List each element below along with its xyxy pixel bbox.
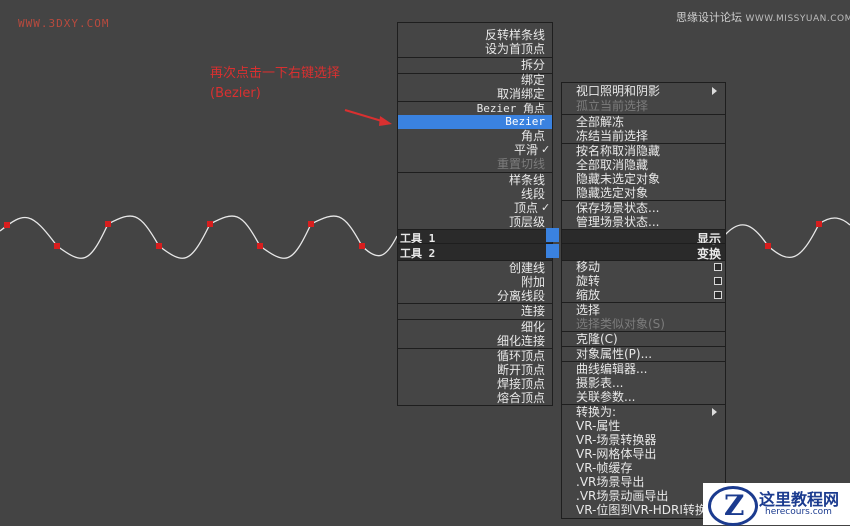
- menu-item-vr-properties[interactable]: VR-属性: [576, 419, 716, 433]
- vertex[interactable]: [4, 222, 10, 228]
- menu-item-unhide-all[interactable]: 全部取消隐藏: [576, 158, 716, 172]
- vertex[interactable]: [156, 243, 162, 249]
- settings-box-icon[interactable]: [714, 277, 722, 285]
- tools-2-label[interactable]: 工具 2: [400, 245, 435, 261]
- menu-item-refine[interactable]: 细化: [398, 320, 552, 334]
- menu-item-dope-sheet[interactable]: 摄影表...: [576, 376, 716, 390]
- menu-item-rotate[interactable]: 旋转: [576, 274, 716, 288]
- menu-item-divide[interactable]: 拆分: [398, 58, 552, 72]
- check-icon: ✓: [541, 201, 550, 214]
- menu-item-spline[interactable]: 样条线: [398, 173, 552, 187]
- menu-item-create-line[interactable]: 创建线: [398, 261, 552, 275]
- menu-item-detach-segment[interactable]: 分离线段: [398, 289, 552, 303]
- menu-item-smooth[interactable]: 平滑: [398, 143, 552, 157]
- menu-item-vr-scene-anim-export[interactable]: .VR场景动画导出: [576, 489, 716, 503]
- menu-item-fuse-vertices[interactable]: 熔合顶点: [398, 391, 552, 405]
- menu-item-vr-mesh-export[interactable]: VR-网格体导出: [576, 447, 716, 461]
- menu-item-break-vertices[interactable]: 断开顶点: [398, 363, 552, 377]
- logo-circle-icon: Z: [708, 486, 758, 526]
- menu-item-bezier-corner[interactable]: Bezier 角点: [398, 102, 552, 116]
- menu-item-save-scene-state[interactable]: 保存场景状态...: [576, 201, 716, 215]
- menu-item-vr-bitmap-to-hdri[interactable]: VR-位图到VR-HDRI转换器: [576, 503, 716, 517]
- quad-menu-right: 视口照明和阴影 孤立当前选择 全部解冻 冻结当前选择 按名称取消隐藏 全部取消隐…: [561, 82, 726, 519]
- menu-item-top-level[interactable]: 顶层级: [398, 215, 552, 229]
- menu-item-unhide-by-name[interactable]: 按名称取消隐藏: [576, 144, 716, 158]
- menu-item-isolate-selection: 孤立当前选择: [576, 99, 716, 113]
- menu-item-vr-scene-converter[interactable]: VR-场景转换器: [576, 433, 716, 447]
- menu-item-connect[interactable]: 连接: [398, 304, 552, 318]
- vertex[interactable]: [816, 221, 822, 227]
- menu-item-reverse-spline[interactable]: 反转样条线: [398, 28, 552, 42]
- vertex[interactable]: [105, 221, 111, 227]
- vertex[interactable]: [257, 243, 263, 249]
- menu-item-weld-vertices[interactable]: 焊接顶点: [398, 377, 552, 391]
- quad-menu-left: 反转样条线 设为首顶点 拆分 绑定 取消绑定 Bezier 角点 Bezier …: [397, 22, 553, 406]
- menu-item-bezier[interactable]: Bezier: [398, 115, 552, 129]
- menu-item-viewport-lighting[interactable]: 视口照明和阴影: [576, 84, 716, 98]
- menu-item-reset-tangents: 重置切线: [398, 157, 552, 171]
- menu-item-vr-frame-buffer[interactable]: VR-帧缓存: [576, 461, 716, 475]
- menu-item-cycle-vertices[interactable]: 循环顶点: [398, 349, 552, 363]
- annotation-arrow-icon: [345, 110, 392, 126]
- menu-item-unfreeze-all[interactable]: 全部解冻: [576, 115, 716, 129]
- menu-item-freeze-selection[interactable]: 冻结当前选择: [576, 129, 716, 143]
- menu-item-manage-scene-states[interactable]: 管理场景状态...: [576, 215, 716, 229]
- menu-item-bind[interactable]: 绑定: [398, 73, 552, 87]
- menu-item-refine-connect[interactable]: 细化连接: [398, 334, 552, 348]
- vertex[interactable]: [359, 243, 365, 249]
- menu-item-scale[interactable]: 缩放: [576, 288, 716, 302]
- menu-item-clone[interactable]: 克隆(C): [576, 332, 716, 346]
- menu-item-convert-to[interactable]: 转换为:: [576, 405, 716, 419]
- menu-item-curve-editor[interactable]: 曲线编辑器...: [576, 362, 716, 376]
- menu-item-select[interactable]: 选择: [576, 303, 716, 317]
- menu-item-hide-unselected[interactable]: 隐藏未选定对象: [576, 172, 716, 186]
- vertex[interactable]: [308, 221, 314, 227]
- quad-center-bl[interactable]: [546, 244, 559, 258]
- menu-item-attach[interactable]: 附加: [398, 275, 552, 289]
- annotation-text: 再次点击一下右键选择(Bezier): [210, 64, 360, 104]
- menu-item-vertex[interactable]: 顶点: [398, 201, 552, 215]
- submenu-arrow-icon: [712, 408, 717, 416]
- vertex[interactable]: [765, 243, 771, 249]
- menu-item-make-first[interactable]: 设为首顶点: [398, 42, 552, 56]
- logo-url: herecours.com: [765, 507, 832, 517]
- menu-item-move[interactable]: 移动: [576, 260, 716, 274]
- submenu-arrow-icon: [712, 87, 717, 95]
- settings-box-icon[interactable]: [714, 263, 722, 271]
- site-logo: Z 这里教程网 herecours.com: [703, 483, 850, 525]
- vertex[interactable]: [207, 221, 213, 227]
- menu-item-object-properties[interactable]: 对象属性(P)...: [576, 347, 716, 361]
- logo-letter: Z: [724, 489, 744, 522]
- menu-item-vr-scene-export[interactable]: .VR场景导出: [576, 475, 716, 489]
- quad-center-tl[interactable]: [546, 228, 559, 242]
- menu-item-select-similar: 选择类似对象(S): [576, 317, 716, 331]
- check-icon: ✓: [541, 143, 550, 156]
- menu-item-segment[interactable]: 线段: [398, 187, 552, 201]
- menu-item-hide-selection[interactable]: 隐藏选定对象: [576, 186, 716, 200]
- settings-box-icon[interactable]: [714, 291, 722, 299]
- menu-item-wire-parameters[interactable]: 关联参数...: [576, 390, 716, 404]
- menu-item-corner[interactable]: 角点: [398, 129, 552, 143]
- menu-item-unbind[interactable]: 取消绑定: [398, 87, 552, 101]
- vertex[interactable]: [54, 243, 60, 249]
